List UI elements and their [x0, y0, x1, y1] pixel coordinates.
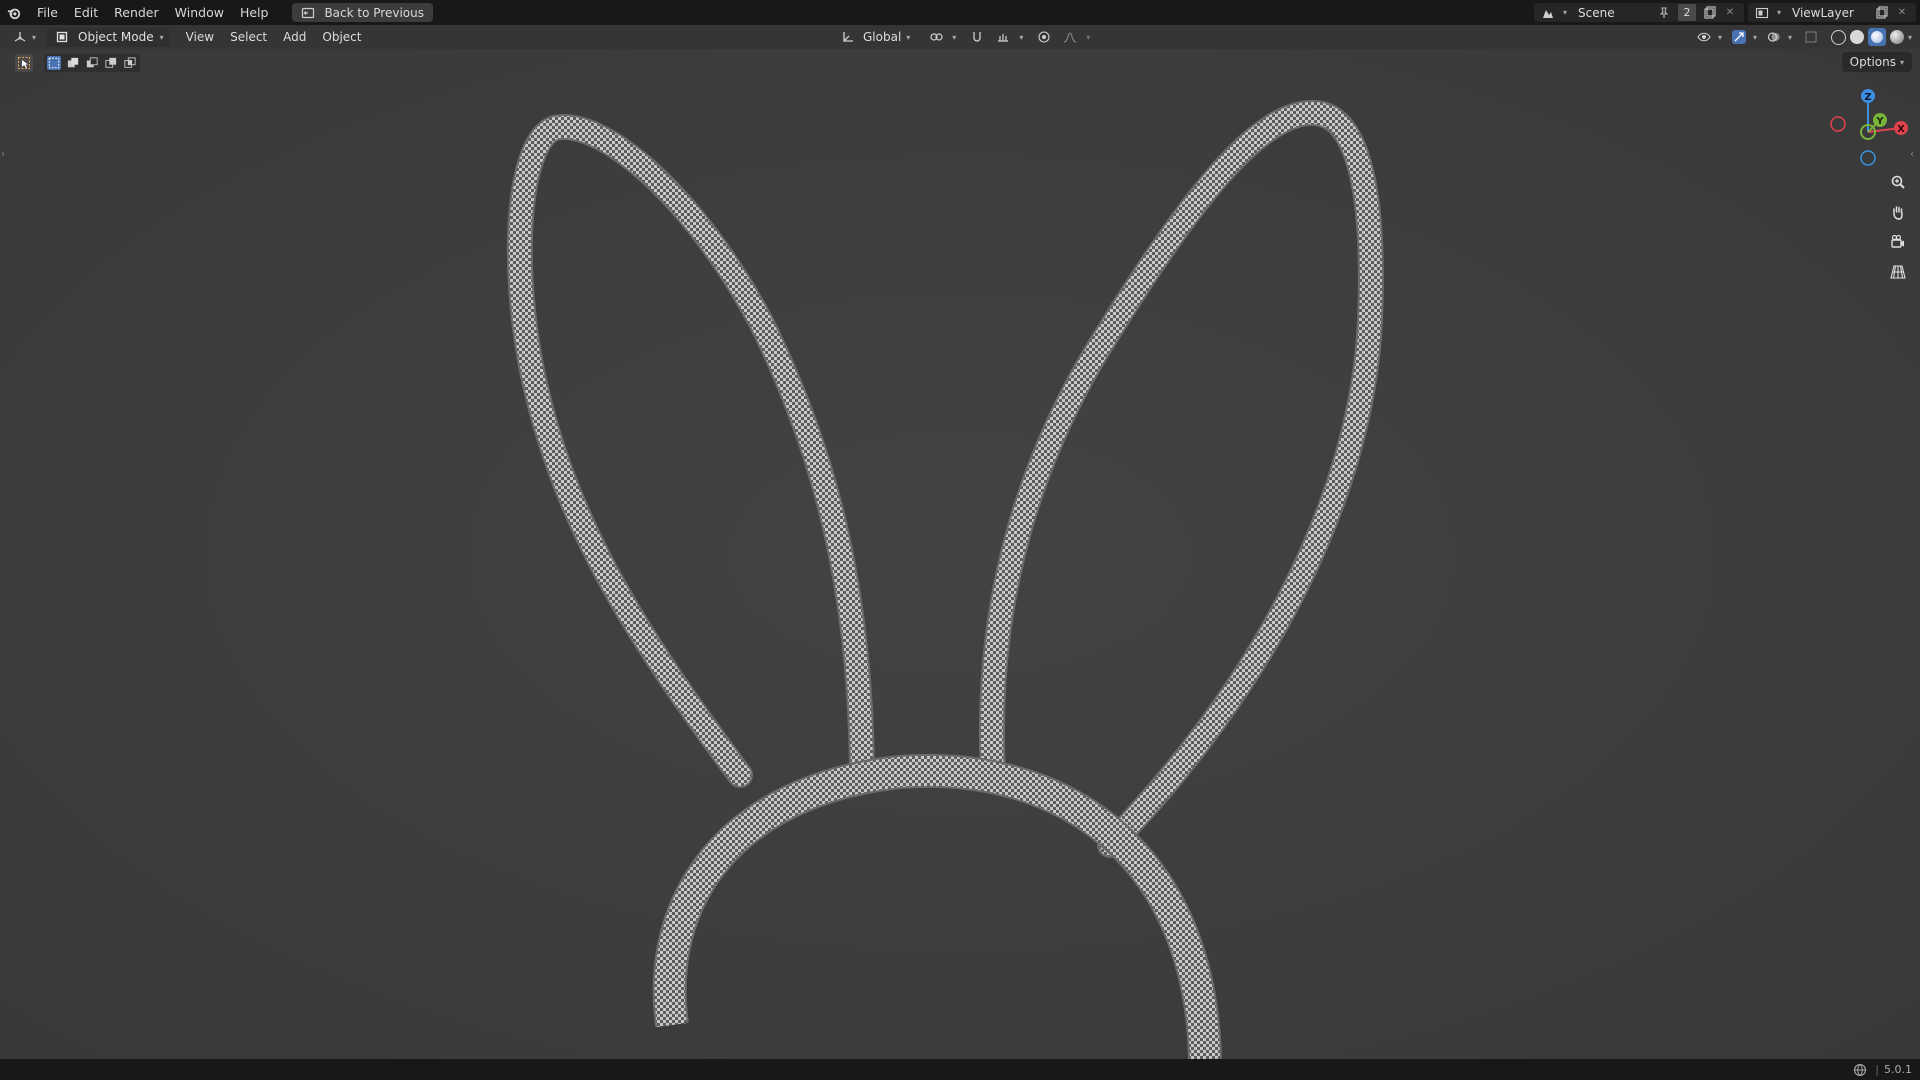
proportional-editing-icon[interactable] [1037, 30, 1051, 44]
material-sphere-icon [1870, 31, 1883, 43]
falloff-icon[interactable] [1063, 30, 1077, 44]
back-to-previous-icon [301, 6, 315, 20]
orientation-icon [841, 30, 855, 44]
chevron-down-icon: ▾ [1907, 32, 1912, 42]
navigation-gizmo[interactable]: Z X Y [1815, 82, 1915, 172]
zoom-button[interactable] [1884, 168, 1912, 196]
new-view-layer-icon[interactable] [1875, 5, 1889, 20]
object-mode-icon [55, 30, 69, 44]
menu-view[interactable]: View [178, 25, 222, 49]
chevron-down-icon: ▾ [32, 32, 37, 42]
invert-selection-icon[interactable] [104, 56, 118, 70]
extend-selection-icon[interactable] [66, 56, 80, 70]
top-menu-bar: File Edit Render Window Help Back to Pre… [0, 0, 1920, 25]
chevron-down-icon: ▾ [1899, 57, 1904, 67]
scene-selector[interactable]: ▾ Scene 2 ✕ [1534, 3, 1744, 22]
gizmo-neg-z[interactable] [1860, 150, 1876, 166]
pin-icon[interactable] [1657, 6, 1671, 20]
menu-select[interactable]: Select [222, 25, 275, 49]
transform-orientation-label: Global [863, 30, 902, 44]
blender-logo-icon[interactable] [7, 6, 21, 20]
scene-name[interactable]: Scene [1572, 6, 1654, 20]
solid-shading-button[interactable] [1849, 30, 1864, 44]
set-new-selection-icon[interactable] [46, 56, 61, 70]
menu-add[interactable]: Add [275, 25, 314, 49]
status-bar: | 5.0.1 [0, 1059, 1920, 1080]
chevron-down-icon: ▾ [1752, 32, 1757, 42]
gizmo-z-label: Z [1864, 92, 1871, 103]
overlays-icon[interactable] [1767, 30, 1781, 44]
xray-icon[interactable] [1804, 30, 1818, 44]
snap-increment-icon[interactable] [996, 30, 1010, 44]
network-icon[interactable] [1853, 1063, 1867, 1077]
chevron-down-icon: ▾ [1787, 32, 1792, 42]
menu-render[interactable]: Render [106, 0, 167, 25]
zoom-icon [1891, 175, 1905, 189]
subtract-selection-icon[interactable] [85, 56, 99, 70]
select-box-tool-icon [18, 57, 30, 69]
menu-help[interactable]: Help [232, 0, 277, 25]
camera-icon [1891, 234, 1904, 248]
object-mode-label: Object Mode [78, 30, 154, 44]
visibility-icon[interactable] [1697, 30, 1711, 44]
chevron-down-icon: ▾ [159, 32, 164, 42]
selection-mode-buttons [44, 54, 140, 72]
version-separator: | [1875, 1063, 1879, 1076]
ortho-toggle-button[interactable] [1884, 258, 1912, 286]
material-preview-button[interactable] [1867, 28, 1886, 46]
3d-viewport[interactable]: › ‹ [0, 49, 1920, 1059]
chevron-down-icon: ▾ [952, 32, 957, 42]
back-to-previous-button[interactable]: Back to Previous [292, 3, 433, 22]
chevron-down-icon: ▾ [1086, 32, 1091, 42]
version-label: 5.0.1 [1884, 1063, 1912, 1076]
close-icon[interactable]: ✕ [1723, 6, 1737, 20]
chevron-down-icon: ▾ [906, 32, 911, 42]
toolbar-expand-arrow[interactable]: › [1, 149, 5, 160]
bunny-ears-headband-model[interactable] [0, 49, 1920, 1059]
gizmo-toggle-icon[interactable] [1731, 30, 1746, 44]
gizmo-y-label: Y [1875, 116, 1884, 127]
menu-object[interactable]: Object [314, 25, 369, 49]
viewlayer-selector[interactable]: ▾ ViewLayer ✕ [1748, 3, 1916, 22]
rendered-shading-button[interactable] [1889, 30, 1904, 44]
scene-icon [1541, 6, 1555, 20]
intersect-selection-icon[interactable] [123, 56, 137, 70]
transform-orientation-dropdown[interactable]: Global ▾ [838, 30, 910, 44]
options-dropdown[interactable]: Options ▾ [1841, 52, 1912, 72]
menu-edit[interactable]: Edit [66, 0, 106, 25]
new-scene-icon[interactable] [1703, 5, 1717, 20]
chevron-down-icon: ▾ [1776, 8, 1781, 17]
3d-viewport-icon [13, 30, 27, 44]
chevron-down-icon: ▾ [1019, 32, 1024, 42]
pivot-point-icon[interactable] [929, 30, 943, 44]
scene-user-count: 2 [1678, 4, 1696, 21]
chevron-down-icon: ▾ [1717, 32, 1722, 42]
snap-icon[interactable] [970, 30, 984, 44]
wireframe-shading-button[interactable] [1830, 29, 1846, 45]
close-icon[interactable]: ✕ [1895, 6, 1909, 20]
gizmo-neg-x[interactable] [1830, 116, 1846, 132]
tool-settings-row: Options ▾ [0, 49, 1920, 77]
pan-button[interactable] [1884, 198, 1912, 226]
chevron-down-icon: ▾ [1562, 8, 1567, 17]
options-label: Options [1849, 55, 1896, 69]
viewport-header: ▾ Object Mode ▾ View Select Add Object G… [0, 25, 1920, 49]
camera-view-button[interactable] [1884, 228, 1912, 256]
view-layer-icon [1755, 6, 1769, 20]
back-to-previous-label: Back to Previous [324, 5, 424, 20]
object-mode-dropdown[interactable]: Object Mode ▾ [46, 27, 170, 47]
select-box-tool-button[interactable] [15, 54, 33, 72]
editor-type-selector[interactable]: ▾ [10, 30, 36, 44]
hand-icon [1893, 206, 1903, 220]
version-info: | 5.0.1 [1850, 1059, 1912, 1080]
viewport-display-tools: ▾ ▾ ▾ ▾ [1694, 25, 1912, 49]
transform-tools: Global ▾ ▾ ▾ ▾ [838, 25, 1090, 49]
menu-file[interactable]: File [29, 0, 66, 25]
view-layer-name[interactable]: ViewLayer [1786, 6, 1872, 20]
grid-perspective-icon [1890, 265, 1906, 279]
menu-window[interactable]: Window [167, 0, 232, 25]
gizmo-x-label: X [1897, 124, 1905, 135]
